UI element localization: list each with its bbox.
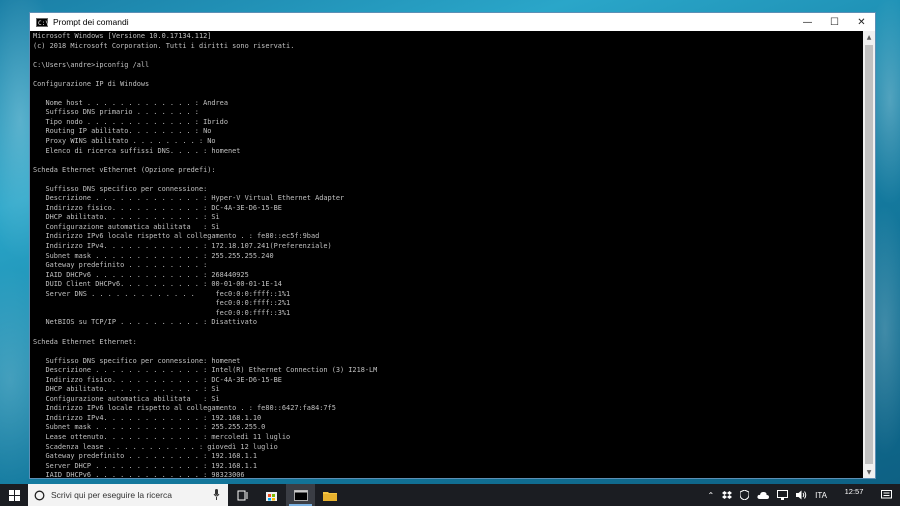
console-line: Suffisso DNS primario . . . . . . . : bbox=[33, 108, 199, 117]
console-line: Scadenza lease . . . . . . . . . . . : g… bbox=[33, 442, 278, 451]
window-controls: — ☐ ✕ bbox=[794, 13, 875, 31]
command-prompt-window[interactable]: C:\ Prompt dei comandi — ☐ ✕ Microsoft W… bbox=[29, 12, 876, 479]
notification-icon bbox=[881, 490, 892, 499]
console-line: Server DHCP . . . . . . . . . . . . . : … bbox=[33, 461, 258, 470]
console-line: Scheda Ethernet Ethernet: bbox=[33, 337, 137, 346]
console-line: Scheda Ethernet vEthernet (Opzione prede… bbox=[33, 165, 216, 174]
store-taskbar-button[interactable] bbox=[257, 484, 286, 506]
console-line: fec0:0:0:ffff::2%1 bbox=[33, 299, 291, 308]
scroll-thumb[interactable] bbox=[865, 45, 873, 464]
console-line: C:\Users\andre>ipconfig /all bbox=[33, 60, 150, 69]
console-line: Configurazione automatica abilitata : Sì bbox=[33, 394, 220, 403]
window-title: Prompt dei comandi bbox=[53, 17, 129, 27]
volume-icon[interactable] bbox=[792, 484, 811, 506]
console-line: Subnet mask . . . . . . . . . . . . . : … bbox=[33, 251, 274, 260]
console-line: Indirizzo fisico. . . . . . . . . . . : … bbox=[33, 375, 282, 384]
console-line: Configurazione automatica abilitata : Sì bbox=[33, 222, 220, 231]
console-line: IAID DHCPv6 . . . . . . . . . . . . . : … bbox=[33, 471, 245, 478]
console-line: Suffisso DNS specifico per connessione: bbox=[33, 184, 208, 193]
console-line: Indirizzo IPv6 locale rispetto al colleg… bbox=[33, 232, 320, 241]
minimize-button[interactable]: — bbox=[794, 13, 821, 31]
console-line: Tipo nodo . . . . . . . . . . . . . : Ib… bbox=[33, 117, 228, 126]
clock[interactable]: 12:57 bbox=[831, 484, 877, 506]
console-line: Descrizione . . . . . . . . . . . . . : … bbox=[33, 194, 345, 203]
console-line: Microsoft Windows [Versione 10.0.17134.1… bbox=[33, 32, 212, 40]
title-bar[interactable]: C:\ Prompt dei comandi — ☐ ✕ bbox=[30, 13, 875, 31]
console-line: Subnet mask . . . . . . . . . . . . . : … bbox=[33, 423, 266, 432]
vertical-scrollbar[interactable]: ▲ ▼ bbox=[863, 31, 875, 478]
shield-icon[interactable] bbox=[736, 484, 753, 506]
scroll-down-arrow-icon[interactable]: ▼ bbox=[863, 466, 875, 478]
language-indicator[interactable]: ITA bbox=[811, 484, 831, 506]
task-view-icon bbox=[237, 490, 247, 500]
console-line: Lease ottenuto. . . . . . . . . . . . : … bbox=[33, 432, 291, 441]
console-line: Gateway predefinito . . . . . . . . . : … bbox=[33, 452, 258, 461]
console-output[interactable]: Microsoft Windows [Versione 10.0.17134.1… bbox=[33, 32, 863, 478]
console-line: Routing IP abilitato. . . . . . . . : No bbox=[33, 127, 212, 136]
taskbar: Scrivi qui per eseguire la ricerca ⌃ ITA… bbox=[0, 484, 900, 506]
maximize-button[interactable]: ☐ bbox=[821, 13, 848, 31]
start-button[interactable] bbox=[0, 484, 28, 506]
console-line: Indirizzo fisico. . . . . . . . . . . : … bbox=[33, 203, 282, 212]
console-line: DUID Client DHCPv6. . . . . . . . . . : … bbox=[33, 280, 282, 289]
show-desktop-button[interactable] bbox=[896, 484, 900, 506]
folder-icon bbox=[322, 491, 337, 501]
console-line: Indirizzo IPv4. . . . . . . . . . . . : … bbox=[33, 242, 332, 251]
cmd-taskbar-button[interactable] bbox=[286, 484, 315, 506]
console-line: Indirizzo IPv6 locale rispetto al colleg… bbox=[33, 404, 336, 413]
console-line: Gateway predefinito . . . . . . . . . : bbox=[33, 261, 208, 270]
search-placeholder: Scrivi qui per eseguire la ricerca bbox=[51, 490, 172, 500]
console-line: fec0:0:0:ffff::3%1 bbox=[33, 308, 291, 317]
console-line: DHCP abilitato. . . . . . . . . . . . : … bbox=[33, 385, 220, 394]
taskbar-search-box[interactable]: Scrivi qui per eseguire la ricerca bbox=[28, 484, 228, 506]
network-icon[interactable] bbox=[773, 484, 792, 506]
onedrive-cloud-icon[interactable] bbox=[753, 484, 773, 506]
microphone-icon[interactable] bbox=[213, 489, 220, 500]
windows-logo-icon bbox=[8, 489, 20, 501]
console-line: Configurazione IP di Windows bbox=[33, 79, 150, 88]
console-line: NetBIOS su TCP/IP . . . . . . . . . . : … bbox=[33, 318, 258, 327]
search-icon bbox=[34, 490, 45, 500]
cmd-icon bbox=[293, 489, 308, 501]
console-line: Indirizzo IPv4. . . . . . . . . . . . : … bbox=[33, 413, 262, 422]
console-line: Suffisso DNS specifico per connessione: … bbox=[33, 356, 241, 365]
show-hidden-icons-chevron-icon[interactable]: ⌃ bbox=[703, 484, 718, 506]
system-tray: ⌃ ITA 12:57 bbox=[703, 484, 900, 506]
cmd-app-icon[interactable]: C:\ bbox=[36, 17, 49, 27]
explorer-taskbar-button[interactable] bbox=[315, 484, 344, 506]
console-line: (c) 2018 Microsoft Corporation. Tutti i … bbox=[33, 41, 295, 50]
console-line: DHCP abilitato. . . . . . . . . . . . : … bbox=[33, 213, 220, 222]
close-button[interactable]: ✕ bbox=[848, 13, 875, 31]
store-icon bbox=[266, 491, 277, 501]
console-line: IAID DHCPv6 . . . . . . . . . . . . . : … bbox=[33, 270, 249, 279]
dropbox-icon[interactable] bbox=[718, 484, 736, 506]
console-line: Server DNS . . . . . . . . . . . . . fec… bbox=[33, 289, 291, 298]
console-line: Elenco di ricerca suffissi DNS. . . . : … bbox=[33, 146, 241, 155]
console-line: Nome host . . . . . . . . . . . . . : An… bbox=[33, 98, 228, 107]
scroll-up-arrow-icon[interactable]: ▲ bbox=[863, 31, 875, 43]
clock-time: 12:57 bbox=[844, 486, 864, 496]
action-center-button[interactable] bbox=[877, 484, 896, 506]
console-line: Proxy WINS abilitato . . . . . . . . : N… bbox=[33, 137, 216, 146]
console-line: Descrizione . . . . . . . . . . . . . : … bbox=[33, 366, 378, 375]
task-view-button[interactable] bbox=[228, 484, 257, 506]
